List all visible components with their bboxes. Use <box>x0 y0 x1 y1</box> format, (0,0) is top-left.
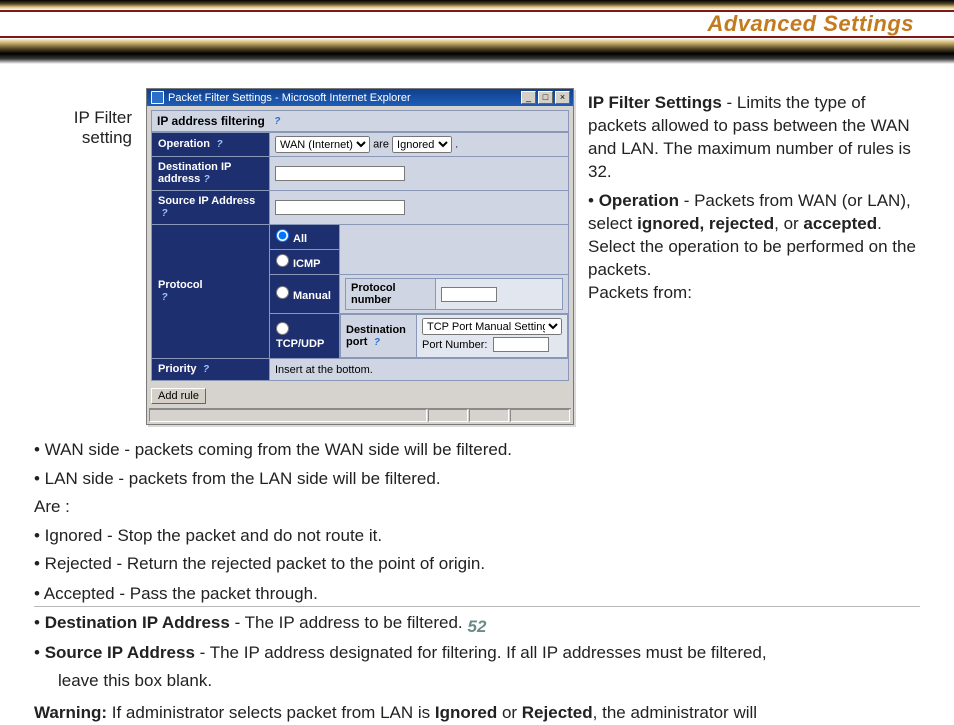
help-icon[interactable]: ? <box>213 138 226 151</box>
operation-from-select[interactable]: WAN (Internet) <box>275 136 370 153</box>
operation-label: Operation ? <box>152 133 270 157</box>
operation-value: WAN (Internet) are Ignored . <box>270 133 569 157</box>
protocol-manual-cell: Manual <box>270 275 340 314</box>
protocol-icmp-cell: ICMP <box>270 250 340 275</box>
dest-port-select[interactable]: TCP Port Manual Setting <box>422 318 562 335</box>
protocol-label: Protocol? <box>152 225 270 359</box>
dest-ip-label: Destination IP address? <box>152 157 270 191</box>
priority-label: Priority ? <box>152 359 270 381</box>
minimize-button[interactable]: _ <box>521 91 536 104</box>
window-icon <box>151 91 164 104</box>
page-title: Advanced Settings <box>707 11 914 37</box>
dest-ip-input[interactable] <box>275 166 405 181</box>
priority-value: Insert at the bottom. <box>270 359 569 381</box>
protocol-number-input[interactable] <box>441 287 497 302</box>
protocol-tcpudp-radio[interactable] <box>276 322 289 335</box>
protocol-all-radio[interactable] <box>276 229 289 242</box>
banner-gradient-bottom <box>0 38 954 64</box>
help-icon[interactable]: ? <box>158 207 171 220</box>
help-icon[interactable]: ? <box>200 363 213 376</box>
filter-form: Operation ? WAN (Internet) are Ignored .… <box>151 132 569 381</box>
help-icon[interactable]: ? <box>158 291 171 304</box>
section-heading: IP address filtering ? <box>151 110 569 132</box>
src-ip-input[interactable] <box>275 200 405 215</box>
figure-caption: IP Filter setting <box>34 88 132 149</box>
status-bar <box>149 408 571 422</box>
protocol-all-cell: All <box>270 225 340 250</box>
close-button[interactable]: × <box>555 91 570 104</box>
protocol-tcpudp-cell: TCP/UDP <box>270 314 340 359</box>
footer-divider <box>34 606 920 607</box>
operation-action-select[interactable]: Ignored <box>392 136 452 153</box>
protocol-number-label: Protocol number <box>346 279 436 310</box>
port-number-input[interactable] <box>493 337 549 352</box>
protocol-icmp-radio[interactable] <box>276 254 289 267</box>
protocol-manual-radio[interactable] <box>276 286 289 299</box>
add-rule-button[interactable]: Add rule <box>151 388 206 404</box>
description-column: IP Filter Settings - Limits the type of … <box>588 88 920 304</box>
port-number-label: Port Number: <box>422 339 487 351</box>
window-title: Packet Filter Settings - Microsoft Inter… <box>168 92 411 104</box>
body-text: • WAN side - packets coming from the WAN… <box>34 437 920 725</box>
title-strip: Advanced Settings <box>0 10 954 38</box>
src-ip-label: Source IP Address ? <box>152 191 270 225</box>
banner-gradient-top <box>0 0 954 10</box>
header-banner: Advanced Settings <box>0 0 954 64</box>
window-titlebar: Packet Filter Settings - Microsoft Inter… <box>147 89 573 106</box>
maximize-button[interactable]: □ <box>538 91 553 104</box>
ip-filter-settings-heading: IP Filter Settings <box>588 93 722 112</box>
help-icon[interactable]: ? <box>370 336 383 349</box>
page-number: 52 <box>0 617 954 637</box>
help-icon[interactable]: ? <box>271 115 284 128</box>
help-icon[interactable]: ? <box>200 173 213 186</box>
dest-port-label: Destination port ? <box>341 315 417 358</box>
ie-window: Packet Filter Settings - Microsoft Inter… <box>146 88 574 425</box>
